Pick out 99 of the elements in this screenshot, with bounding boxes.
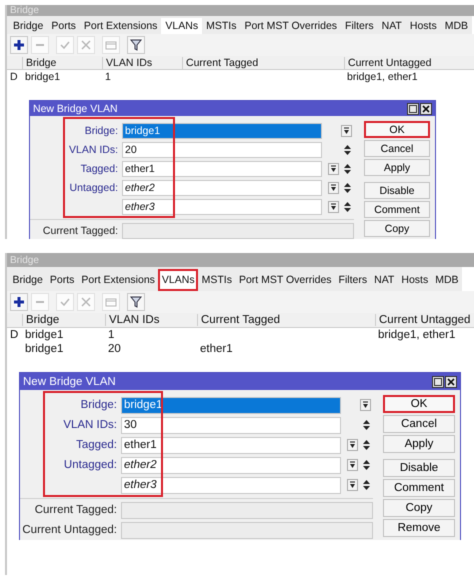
spin-arrows-icon[interactable] (343, 200, 352, 212)
tab[interactable]: Filters (341, 18, 378, 34)
spin-arrows-icon[interactable] (343, 144, 352, 156)
cross-icon (79, 295, 93, 309)
dialog-button[interactable]: Copy (364, 220, 430, 237)
field-label: Current Untagged: (22, 524, 117, 536)
window-title: Bridge (10, 5, 39, 16)
dialog-title: New Bridge VLAN (23, 376, 116, 388)
column-header[interactable]: Current Tagged (182, 56, 344, 68)
input-field[interactable]: ether3 (121, 476, 341, 494)
cross-icon (79, 38, 93, 52)
dialog-button[interactable]: Remove (383, 519, 455, 537)
tab[interactable]: Port Extensions (78, 269, 158, 291)
tab[interactable]: Ports (46, 269, 78, 291)
tab[interactable]: MDB (432, 269, 462, 291)
field-label: Current Tagged: (42, 224, 118, 236)
field-label: Current Tagged: (34, 504, 117, 516)
dialog-button[interactable]: Copy (383, 499, 455, 517)
field-label: Bridge: (80, 399, 117, 411)
dialog-button[interactable]: Cancel (383, 415, 455, 433)
tab[interactable]: Hosts (398, 269, 432, 291)
spin-arrows-icon[interactable] (362, 419, 371, 431)
input-field[interactable]: bridge1 (121, 396, 341, 414)
field-label: Tagged: (76, 439, 117, 451)
flag-label: D (10, 329, 18, 341)
dialog-button[interactable]: Cancel (364, 140, 430, 157)
column-header[interactable]: Current Untagged (375, 314, 474, 326)
dialog-title: New Bridge VLAN (33, 102, 118, 114)
field-label: Tagged: (80, 162, 118, 174)
column-header[interactable]: Current Untagged (344, 56, 474, 68)
dialog-button[interactable]: Comment (383, 479, 455, 497)
toolbar-button[interactable] (10, 293, 28, 311)
input-field[interactable]: ether2 (121, 456, 341, 474)
input-field[interactable]: bridge1 (122, 122, 322, 138)
toolbar-button[interactable] (127, 36, 145, 54)
close-icon[interactable] (445, 376, 457, 388)
tab[interactable]: VLANs (161, 18, 202, 34)
tab[interactable]: Port MST Overrides (235, 269, 336, 291)
field-label: VLAN IDs: (68, 144, 118, 156)
dialog-button[interactable]: OK (383, 395, 455, 413)
table-cell: bridge1 (25, 70, 60, 82)
maximize-icon[interactable] (432, 376, 444, 388)
tab[interactable]: NAT (370, 269, 398, 291)
toolbar-button[interactable] (10, 36, 28, 54)
tab[interactable]: Bridge (9, 269, 46, 291)
table-cell: bridge1, ether1 (378, 329, 456, 341)
dialog-button[interactable]: Apply (383, 435, 455, 453)
input-field[interactable]: ether1 (122, 160, 322, 176)
field-label: Untagged: (70, 182, 118, 194)
flag-label: D (10, 70, 18, 82)
spin-arrows-icon[interactable] (362, 439, 371, 451)
toolbar-button[interactable] (127, 293, 145, 311)
tab[interactable]: VLANs (158, 269, 198, 291)
column-header[interactable]: VLAN IDs (102, 56, 182, 68)
column-header[interactable]: Bridge (22, 314, 105, 326)
dialog-button[interactable]: Apply (364, 159, 430, 176)
tab[interactable]: Ports (47, 18, 80, 34)
column-header[interactable]: VLAN IDs (105, 314, 197, 326)
filter-icon (129, 295, 143, 309)
tab[interactable]: MSTIs (198, 269, 236, 291)
field-label: Untagged: (64, 459, 117, 471)
table-cell: ether1 (200, 343, 233, 355)
input-field[interactable]: ether1 (121, 436, 341, 454)
tab[interactable]: Port Extensions (80, 18, 162, 34)
spin-arrows-icon[interactable] (362, 459, 371, 471)
field-label: VLAN IDs: (63, 419, 117, 431)
tab[interactable]: Port MST Overrides (240, 18, 342, 34)
table-cell: 1 (108, 329, 114, 341)
column-header[interactable]: Bridge (22, 56, 102, 68)
tab[interactable]: NAT (378, 18, 406, 34)
close-icon[interactable] (420, 102, 432, 114)
table-cell: bridge1, ether1 (347, 70, 418, 82)
input-field[interactable]: 20 (122, 142, 322, 158)
tab[interactable]: Hosts (406, 18, 441, 34)
spin-arrows-icon[interactable] (343, 162, 352, 174)
field-label: Bridge: (84, 124, 118, 136)
plus-icon (12, 295, 26, 309)
plus-icon (12, 38, 26, 52)
input-field[interactable]: 30 (121, 416, 341, 434)
column-header[interactable]: Current Tagged (197, 314, 375, 326)
table-cell: bridge1 (25, 329, 64, 341)
input-field[interactable]: ether3 (122, 198, 322, 214)
tab[interactable]: Bridge (9, 18, 48, 34)
filter-icon (129, 38, 143, 52)
table-cell: 20 (108, 343, 121, 355)
spin-arrows-icon[interactable] (362, 479, 371, 491)
dialog-button[interactable]: Disable (383, 459, 455, 477)
tab[interactable]: Filters (335, 269, 371, 291)
window-title: Bridge (10, 254, 39, 266)
tab[interactable]: MSTIs (202, 18, 240, 34)
maximize-icon[interactable] (407, 102, 419, 114)
spin-arrows-icon[interactable] (343, 182, 352, 194)
tab[interactable]: MDB (440, 18, 472, 34)
table-cell: bridge1 (25, 343, 64, 355)
dialog-button[interactable]: OK (364, 121, 430, 138)
input-field[interactable]: ether2 (122, 180, 322, 196)
table-cell: 1 (105, 70, 111, 82)
dialog-button[interactable]: Comment (364, 201, 430, 218)
dialog-button[interactable]: Disable (364, 182, 430, 199)
